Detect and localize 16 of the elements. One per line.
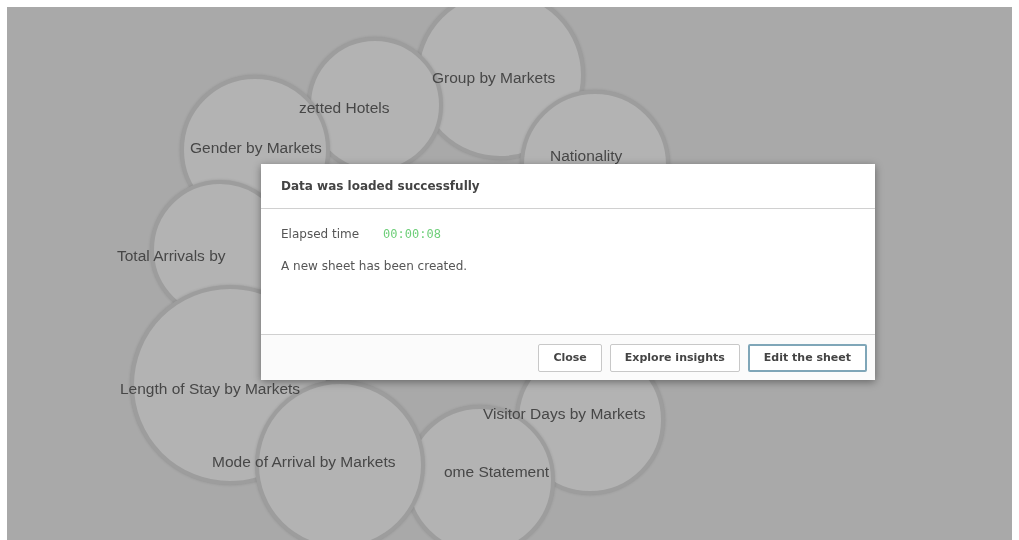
- bubble-label: Gender by Markets: [190, 139, 322, 157]
- bubble-label: Group by Markets: [432, 69, 556, 87]
- elapsed-time-value: 00:00:08: [383, 227, 441, 241]
- dialog-button[interactable]: Edit the sheet: [747, 343, 867, 372]
- bubble-label: zetted Hotels: [299, 99, 390, 117]
- elapsed-time-label: Elapsed time: [281, 227, 360, 241]
- dialog-title: Data was loaded successfully: [281, 179, 480, 193]
- bubble-label: ome Statement: [444, 463, 550, 481]
- dialog-button[interactable]: Close: [538, 343, 602, 372]
- bubble-label: Visitor Days by Markets: [483, 405, 646, 423]
- bubble-label: Nationality: [550, 147, 623, 165]
- bubble-label: Total Arrivals by: [117, 247, 226, 265]
- dialog-button[interactable]: Explore insights: [609, 343, 740, 372]
- bubble-label: Length of Stay by Markets: [120, 380, 301, 398]
- bubble-label: Mode of Arrival by Markets: [212, 453, 396, 471]
- message-text: A new sheet has been created.: [281, 259, 469, 273]
